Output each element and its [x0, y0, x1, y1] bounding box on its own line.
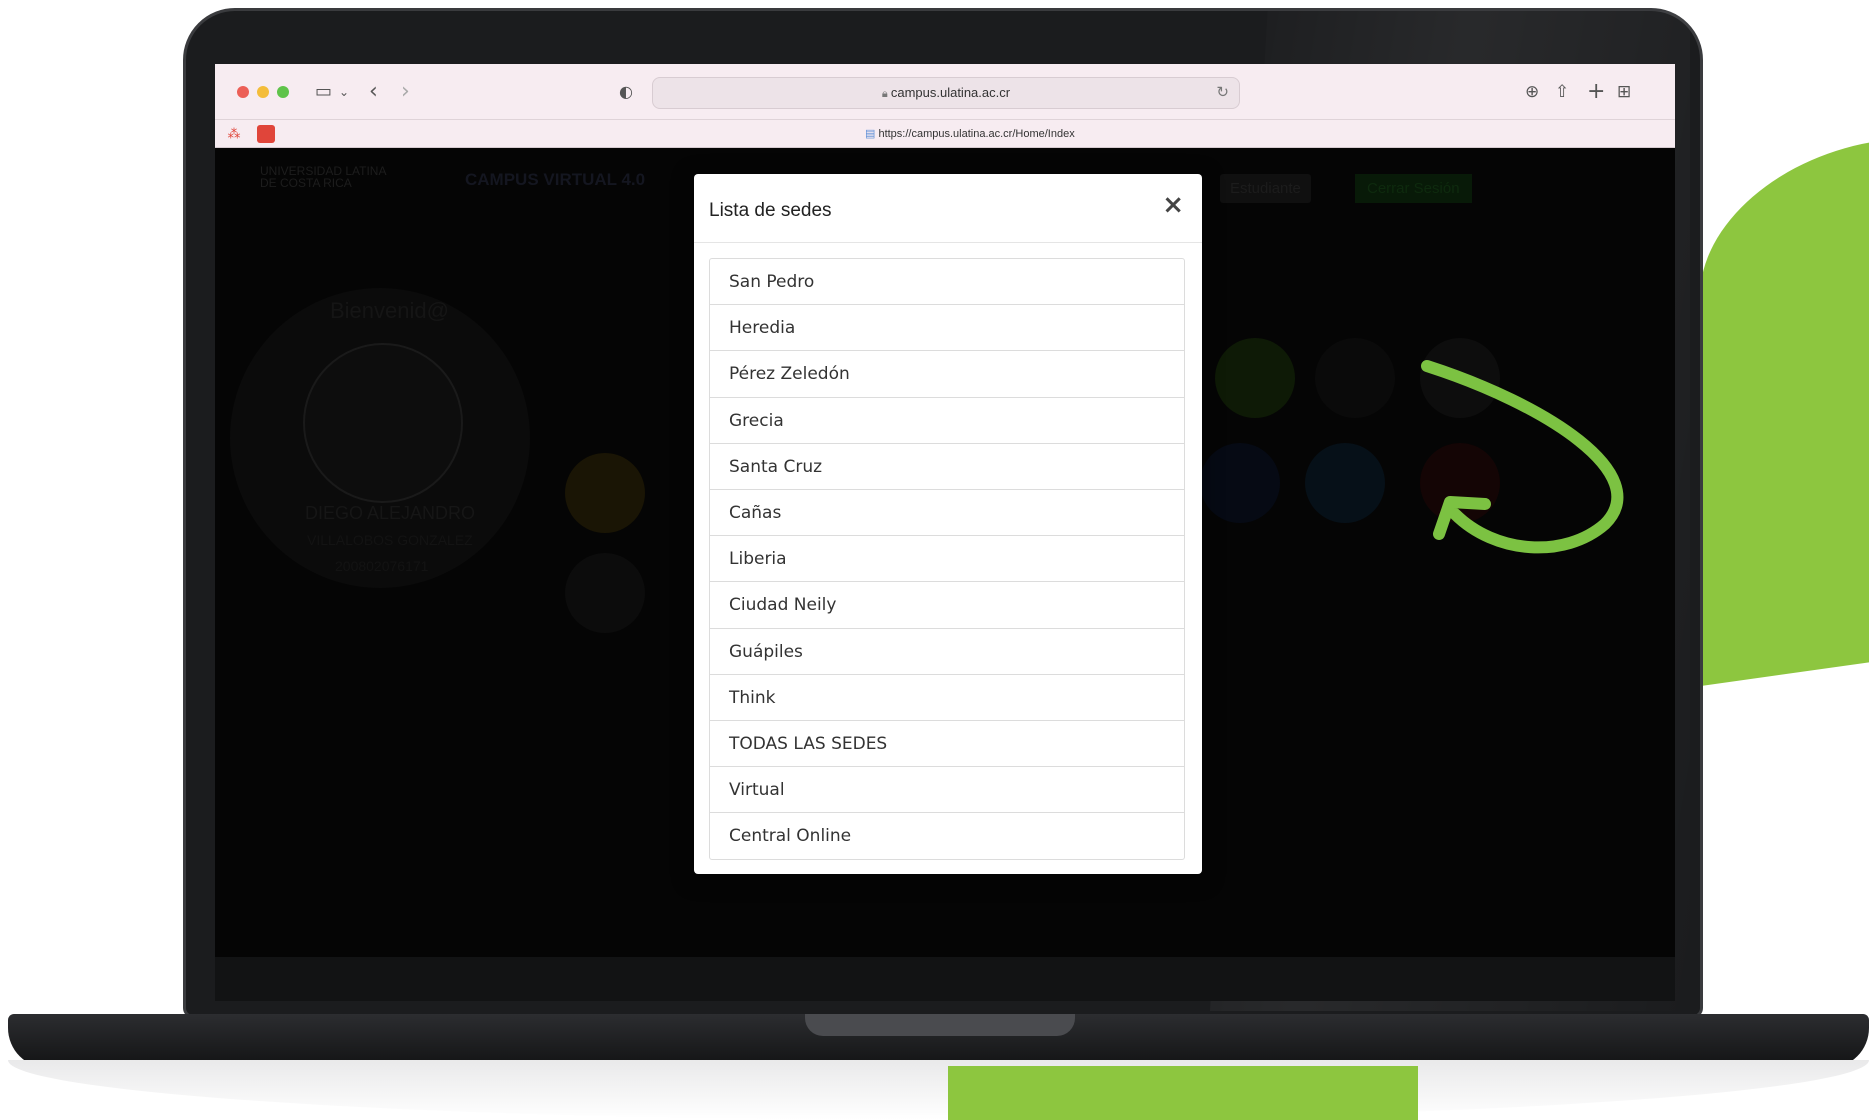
list-item[interactable]: Think [710, 675, 1184, 721]
logout-button[interactable]: Cerrar Sesión [1355, 174, 1472, 203]
laptop-base-lip [8, 1060, 1869, 1120]
list-item[interactable]: Guápiles [710, 629, 1184, 675]
list-item[interactable]: Liberia [710, 536, 1184, 583]
twitter-icon[interactable] [1305, 443, 1385, 523]
avatar [303, 343, 463, 503]
user-first-name: DIEGO ALEJANDRO [305, 503, 476, 523]
list-item[interactable]: Heredia [710, 305, 1184, 352]
back-icon[interactable]: ‹ [369, 78, 378, 106]
role-select[interactable]: Estudiante [1220, 174, 1311, 203]
courses-tile[interactable] [565, 453, 645, 533]
close-icon[interactable]: × [1162, 190, 1184, 220]
green-decor-bar [948, 1066, 1418, 1120]
app-title: CAMPUS VIRTUAL 4.0 [465, 170, 646, 189]
minimize-window-button[interactable] [257, 86, 269, 98]
reload-icon[interactable]: ↻ [1216, 83, 1229, 101]
campus-list-modal: Lista de sedes × San Pedro Heredia Pérez… [694, 174, 1202, 874]
marketing-stage: ▭ ⌄ ‹ › ◐ 🔒︎ campus.ulatina.ac.cr ↻ ⊕ ⇧ … [0, 0, 1869, 1120]
list-item[interactable]: Grecia [710, 398, 1184, 444]
welcome-text: Bienvenid@ [330, 298, 449, 323]
chevron-down-icon[interactable]: ⌄ [339, 78, 349, 106]
browser-toolbar: ▭ ⌄ ‹ › ◐ 🔒︎ campus.ulatina.ac.cr ↻ ⊕ ⇧ … [215, 64, 1675, 120]
favicon-a-icon[interactable]: ⁂ [225, 125, 243, 143]
list-item[interactable]: Cañas [710, 490, 1184, 537]
user-last-name: VILLALOBOS GONZALEZ [307, 532, 473, 548]
page-icon: ▤ [865, 128, 879, 140]
sidebar-toggle-icon[interactable]: ▭ [315, 78, 332, 106]
list-item[interactable]: TODAS LAS SEDES [710, 721, 1184, 768]
maximize-window-button[interactable] [277, 86, 289, 98]
list-item[interactable]: San Pedro [710, 259, 1184, 306]
forward-icon[interactable]: › [401, 78, 410, 106]
screen-bezel-bottom [215, 957, 1675, 1001]
list-item[interactable]: Pérez Zeledón [710, 351, 1184, 398]
modal-divider [694, 242, 1202, 243]
laptop-notch [805, 1014, 1075, 1036]
service-tile[interactable] [565, 553, 645, 633]
list-item[interactable]: Virtual [710, 767, 1184, 814]
modal-title: Lista de sedes [709, 200, 832, 221]
favicon-b-icon[interactable] [257, 125, 275, 143]
graduate-tile[interactable] [1315, 338, 1395, 418]
curved-arrow-icon [1421, 360, 1624, 554]
close-window-button[interactable] [237, 86, 249, 98]
full-url-text: https://campus.ulatina.ac.cr/Home/Index [878, 128, 1075, 140]
jobs-tile[interactable] [1215, 338, 1295, 418]
privacy-shield-icon[interactable]: ◐ [619, 78, 633, 106]
green-decor-shape [1700, 123, 1869, 687]
list-item[interactable]: Central Online [710, 813, 1184, 859]
list-item[interactable]: Ciudad Neily [710, 582, 1184, 629]
address-bar-text: campus.ulatina.ac.cr [890, 85, 1011, 100]
user-id: 200802076171 [335, 558, 429, 574]
new-tab-icon[interactable]: + [1587, 78, 1605, 106]
share-icon[interactable]: ⇧ [1555, 78, 1569, 106]
address-bar[interactable]: 🔒︎ campus.ulatina.ac.cr ↻ [652, 77, 1240, 109]
downloads-icon[interactable]: ⊕ [1525, 78, 1539, 106]
facebook-icon[interactable] [1200, 443, 1280, 523]
lock-icon: 🔒︎ [881, 88, 891, 100]
logo-line2: DE COSTA RICA [260, 176, 352, 190]
laptop-screen: ▭ ⌄ ‹ › ◐ 🔒︎ campus.ulatina.ac.cr ↻ ⊕ ⇧ … [215, 64, 1675, 957]
tab-bar: ⁂ ▤ https://campus.ulatina.ac.cr/Home/In… [215, 120, 1675, 148]
tab-overview-icon[interactable]: ⊞ [1617, 78, 1631, 106]
campus-list: San Pedro Heredia Pérez Zeledón Grecia S… [709, 258, 1185, 861]
list-item[interactable]: Santa Cruz [710, 444, 1184, 490]
